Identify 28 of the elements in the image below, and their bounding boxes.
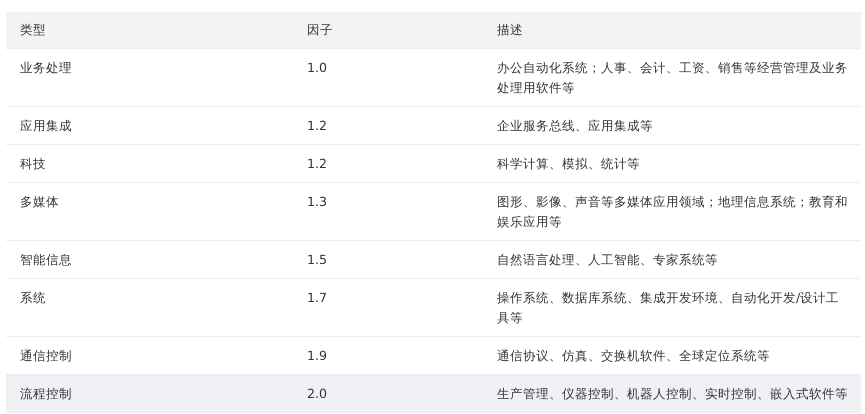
table-cell: 1.2 <box>307 156 328 171</box>
table-cell: 系统 <box>20 290 46 305</box>
table-cell: 1.2 <box>307 118 328 133</box>
table-cell: 科学计算、模拟、统计等 <box>497 156 640 171</box>
column-header: 描述 <box>497 22 523 37</box>
table-cell: 应用集成 <box>20 118 72 133</box>
table-cell: 企业服务总线、应用集成等 <box>497 118 653 133</box>
table-cell: 图形、影像、声音等多媒体应用领域；地理信息系统；教育和娱乐应用等 <box>497 194 848 229</box>
table-cell: 操作系统、数据库系统、集成开发环境、自动化开发/设计工具等 <box>497 290 840 325</box>
table-cell: 智能信息 <box>20 252 72 267</box>
table-cell: 通信控制 <box>20 348 72 363</box>
table-cell: 自然语言处理、人工智能、专家系统等 <box>497 252 718 267</box>
table-row[interactable]: 流程控制 2.0 生产管理、仪器控制、机器人控制、实时控制、嵌入式软件等 <box>6 375 861 413</box>
table-cell: 生产管理、仪器控制、机器人控制、实时控制、嵌入式软件等 <box>497 386 848 401</box>
table-cell: 通信协议、仿真、交换机软件、全球定位系统等 <box>497 348 770 363</box>
table-cell: 流程控制 <box>20 386 72 401</box>
table-cell: 1.3 <box>307 194 328 209</box>
table-cell: 1.9 <box>307 348 328 363</box>
table-cell: 2.0 <box>307 386 328 401</box>
table-cell: 1.7 <box>307 290 328 305</box>
table-cell: 办公自动化系统；人事、会计、工资、销售等经营管理及业务处理用软件等 <box>497 60 848 95</box>
table-cell: 1.0 <box>307 60 328 75</box>
table-cell: 1.5 <box>307 252 328 267</box>
column-header: 类型 <box>20 22 46 37</box>
table-cell: 多媒体 <box>20 194 59 209</box>
column-header: 因子 <box>307 22 333 37</box>
table-cell: 科技 <box>20 156 46 171</box>
table-cell: 业务处理 <box>20 60 72 75</box>
